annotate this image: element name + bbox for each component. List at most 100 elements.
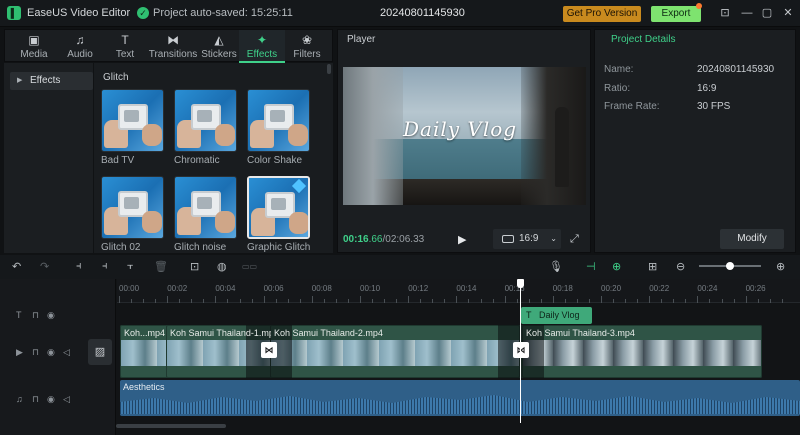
effects-scrollbar[interactable] [327, 64, 331, 74]
lock-icon[interactable]: ⊓ [32, 310, 39, 321]
close-icon[interactable]: ✕ [781, 6, 795, 20]
tab-audio[interactable]: ♫ Audio [57, 30, 103, 63]
ruler-tick-label: 00:10 [360, 284, 381, 293]
ruler-tick [625, 299, 627, 303]
image-icon[interactable]: ▨ [88, 339, 112, 365]
split-icon[interactable]: ⫞ [76, 260, 82, 273]
fit-icon[interactable]: ⊞ [648, 260, 657, 273]
undo-icon[interactable]: ↶ [12, 260, 21, 273]
ruler-tick [492, 299, 494, 303]
video-preview[interactable]: Daily Vlog [343, 67, 586, 205]
check-circle-icon: ✓ [137, 7, 149, 19]
ruler-tick [323, 299, 325, 303]
minimize-icon[interactable]: — [740, 6, 754, 20]
crop-icon[interactable]: ⊡ [190, 260, 199, 273]
ratio-label: Ratio: [604, 83, 631, 94]
eye-icon[interactable]: ◉ [47, 394, 55, 405]
effect-thumb-glitch-02[interactable] [101, 176, 164, 239]
current-time: 00:16.66/02:06.33 [343, 234, 425, 245]
split-left-icon[interactable]: ⫞ [102, 260, 108, 273]
title-clip[interactable]: T Daily Vlog [521, 307, 592, 324]
zoom-out-icon[interactable]: ⊖ [676, 260, 685, 273]
text-icon: T [121, 33, 129, 47]
ruler-tick [576, 299, 578, 303]
maximize-icon[interactable]: ▢ [760, 6, 774, 20]
tab-media[interactable]: ▣ Media [11, 30, 57, 63]
speaker-icon[interactable]: ◁ [63, 347, 70, 358]
export-button[interactable]: Export [651, 6, 701, 22]
timeline-scrollbar[interactable] [116, 424, 226, 428]
link-icon[interactable]: ⊕ [612, 260, 621, 273]
ruler-tick [131, 299, 133, 303]
ruler-tick [540, 299, 542, 303]
effect-thumb-bad-tv[interactable] [101, 89, 164, 152]
filters-icon: ❀ [301, 33, 313, 47]
effect-thumb-color-shake[interactable] [247, 89, 310, 152]
ruler-tick [649, 296, 651, 303]
video-clip[interactable]: Koh...mp4 [120, 325, 168, 378]
effect-thumb-glitch-noise[interactable] [174, 176, 237, 239]
lock-icon[interactable]: ⊓ [32, 347, 39, 358]
transition-icon[interactable]: ⋈ [513, 342, 529, 358]
fullscreen-window-icon[interactable]: ⊡ [718, 6, 732, 20]
sidebar-item-effects[interactable]: ▶ Effects [10, 72, 93, 90]
audio-clip[interactable] [120, 380, 800, 416]
video-clip[interactable]: Koh Samui Thailand-3.mp4 [522, 325, 762, 378]
effect-label: Glitch 02 [101, 242, 141, 253]
ruler-tick [384, 299, 386, 303]
autosave-status: Project auto-saved: 15:25:11 [153, 7, 293, 19]
tab-effects[interactable]: ✦ Effects [239, 30, 285, 63]
ruler-tick-label: 00:04 [215, 284, 236, 293]
fullscreen-icon[interactable]: ⤢ [570, 233, 579, 246]
mask-icon[interactable]: ◍ [217, 260, 227, 273]
text-clip-icon: T [526, 310, 532, 320]
modify-button[interactable]: Modify [720, 229, 784, 249]
zoom-in-icon[interactable]: ⊕ [776, 260, 785, 273]
get-pro-button[interactable]: Get Pro Version [563, 6, 641, 22]
ruler-tick [263, 296, 265, 303]
lock-icon[interactable]: ⊓ [32, 394, 39, 405]
zoom-slider-knob[interactable] [726, 262, 734, 270]
ruler-tick [516, 299, 518, 303]
ruler-tick [601, 296, 602, 303]
playhead[interactable] [520, 283, 521, 423]
delete-icon[interactable]: 🗑 [154, 260, 168, 273]
ruler-tick [167, 296, 169, 303]
ruler-tick [420, 299, 422, 303]
ruler-tick [564, 299, 566, 303]
effect-thumb-graphic-glitch[interactable] [247, 176, 310, 239]
tab-filters[interactable]: ❀ Filters [284, 30, 330, 63]
ruler-tick [588, 299, 590, 303]
ruler-tick [685, 299, 687, 303]
speaker-icon[interactable]: ◁ [63, 394, 70, 405]
microphone-icon[interactable]: 🎙 [549, 260, 563, 273]
effect-label: Glitch noise [174, 242, 227, 253]
ruler-tick-label: 00:18 [552, 284, 573, 293]
eye-icon[interactable]: ◉ [47, 310, 55, 321]
ruler-tick [299, 299, 301, 303]
eye-icon[interactable]: ◉ [47, 347, 55, 358]
redo-icon[interactable]: ↷ [40, 260, 49, 273]
transition-icon[interactable]: ⋈ [261, 342, 277, 358]
ruler-tick [769, 299, 771, 303]
video-clip[interactable]: Koh Samui Thailand-2.mp4 [270, 325, 520, 378]
media-icon: ▣ [28, 33, 40, 47]
framerate-value: 30 FPS [697, 101, 731, 112]
ruler-tick-label: 00:12 [408, 284, 429, 293]
ruler-tick-label: 00:08 [311, 284, 332, 293]
tab-text[interactable]: T Text [102, 30, 148, 63]
ruler-tick [335, 299, 337, 303]
speed-icon[interactable]: ▭▭ [242, 262, 257, 271]
aspect-ratio-select[interactable]: 16:9 ⌄ [493, 229, 561, 249]
tab-transitions[interactable]: ⧓ Transitions [145, 30, 201, 63]
effect-thumb-chromatic[interactable] [174, 89, 237, 152]
split-right-icon[interactable]: ⫟ [127, 260, 134, 273]
play-icon[interactable]: ▶ [458, 233, 466, 246]
effect-label: Bad TV [101, 155, 135, 166]
project-title: 20240801145930 [380, 7, 465, 19]
ruler-tick [360, 296, 361, 303]
name-value: 20240801145930 [697, 64, 775, 75]
snap-icon[interactable]: ⊣ [586, 260, 596, 273]
tab-stickers[interactable]: ◭ Stickers [196, 30, 242, 63]
effects-icon: ✦ [256, 33, 268, 47]
